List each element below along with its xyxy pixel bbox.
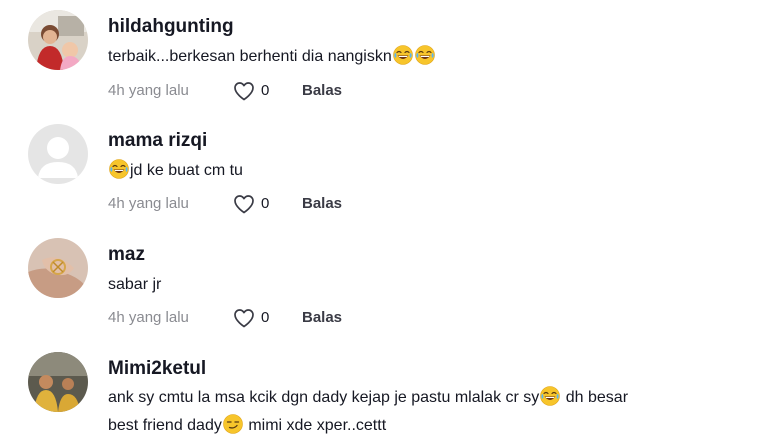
avatar[interactable] — [28, 124, 88, 184]
comment-timestamp: 4h yang lalu — [108, 82, 189, 99]
comment-text: terbaik...berkesan berhenti dia nangiskn — [108, 43, 436, 71]
joy-emoji — [540, 386, 561, 406]
comment-text-body: best friend dady — [108, 417, 222, 434]
reply-button[interactable]: Balas — [302, 82, 342, 99]
comment-text: sabar jr — [108, 271, 161, 299]
comment-username[interactable]: Mimi2ketul — [108, 358, 206, 380]
avatar[interactable] — [28, 238, 88, 298]
comment-text-body: jd ke buat cm tu — [130, 162, 243, 179]
joy-emoji — [109, 159, 129, 179]
comment-timestamp: 4h yang lalu — [108, 195, 189, 212]
comment-timestamp: 4h yang lalu — [108, 309, 189, 326]
like-count: 0 — [261, 195, 270, 212]
joy-emoji — [392, 45, 413, 65]
like-count: 0 — [261, 82, 270, 99]
avatar[interactable] — [28, 352, 88, 412]
comment-username[interactable]: hildahgunting — [108, 16, 234, 38]
comment-text-body: terbaik...berkesan berhenti dia nangiskn — [108, 48, 392, 65]
comment-text-body: ank sy cmtu la msa kcik dgn dady kejap j… — [108, 389, 540, 406]
reply-button[interactable]: Balas — [302, 309, 342, 326]
comment-username[interactable]: maz — [108, 244, 145, 266]
comment-text: ank sy cmtu la msa kcik dgn dady kejap j… — [108, 384, 628, 412]
comment-username[interactable]: mama rizqi — [108, 130, 207, 152]
comment-text-body: mimi xde xper..cettt — [248, 417, 387, 434]
like-count: 0 — [261, 309, 270, 326]
heart-outline-icon[interactable] — [232, 192, 256, 216]
comment-text-body: sabar jr — [108, 276, 162, 293]
avatar[interactable] — [28, 10, 88, 70]
comment-text: jd ke buat cm tu — [108, 157, 243, 185]
joy-emoji — [414, 45, 435, 65]
comment-text: best friend dady mimi xde xper..cettt — [108, 412, 386, 440]
heart-outline-icon[interactable] — [232, 306, 256, 330]
heart-outline-icon[interactable] — [232, 79, 256, 103]
smirk-emoji — [222, 414, 243, 434]
reply-button[interactable]: Balas — [302, 195, 342, 212]
comment-text-body: dh besar — [565, 389, 629, 406]
